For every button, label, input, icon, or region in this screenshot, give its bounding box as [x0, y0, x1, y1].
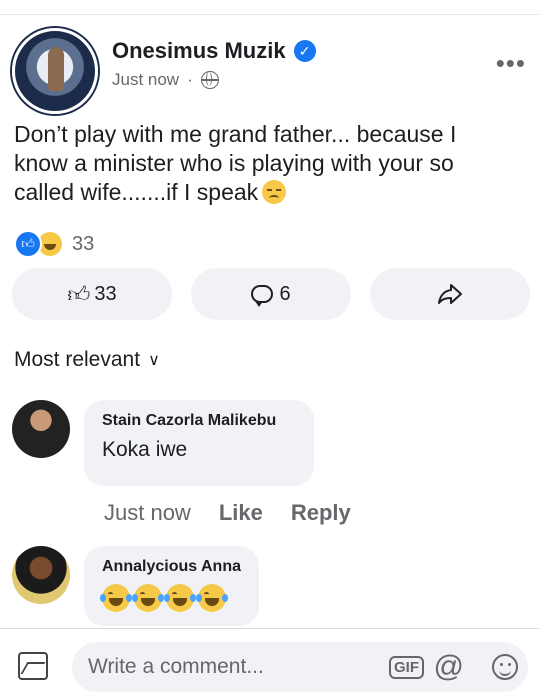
laughing-tears-icon [100, 584, 132, 612]
comment-icon [251, 285, 274, 307]
laughing-tears-icon [132, 584, 164, 612]
more-options-icon[interactable]: ••• [496, 48, 526, 79]
comment-reply-button[interactable]: Reply [291, 500, 351, 526]
commenter-name[interactable]: Annalycious Anna [102, 558, 241, 576]
like-reaction-icon: 👍︎ [14, 230, 42, 258]
comment-placeholder: Write a comment... [88, 655, 264, 678]
post-timestamp[interactable]: Just now [112, 70, 179, 90]
author-name[interactable]: Onesimus Muzik [112, 38, 286, 64]
post-meta: Just now · [112, 70, 316, 90]
top-divider [0, 14, 540, 15]
globe-icon [200, 71, 219, 89]
post-text: Don’t play with me grand father... becau… [14, 120, 514, 207]
comment-count: 6 [279, 282, 291, 305]
thumbs-up-icon: 👍︎ [67, 281, 91, 307]
comment-item: Annalycious Anna [12, 546, 259, 626]
comment-composer: Write a comment... GIF @ [0, 630, 540, 697]
comment-bubble[interactable]: Stain Cazorla Malikebu Koka iwe [84, 400, 314, 486]
author-avatar[interactable] [12, 28, 98, 114]
commenter-avatar[interactable] [12, 546, 70, 604]
meta-separator: · [187, 70, 193, 89]
disappointed-emoji-icon [262, 180, 287, 204]
post-actions: 👍︎ 33 6 [12, 268, 530, 320]
mention-icon[interactable]: @ [434, 650, 464, 684]
comment-like-button[interactable]: Like [219, 500, 263, 526]
comment-bubble[interactable]: Annalycious Anna [84, 546, 259, 626]
gif-icon[interactable]: GIF [389, 656, 424, 679]
laughing-tears-icon [196, 584, 228, 612]
composer-divider [0, 628, 540, 629]
author-row: Onesimus Muzik ✓ [112, 38, 316, 64]
comment-text: Koka iwe [102, 438, 188, 461]
laughing-tears-icon [164, 584, 196, 612]
commenter-avatar[interactable] [12, 400, 70, 458]
like-button[interactable]: 👍︎ 33 [12, 268, 172, 320]
share-button[interactable] [370, 268, 530, 320]
post-header: Onesimus Muzik ✓ Just now · [12, 28, 316, 114]
reaction-summary[interactable]: 👍︎ 33 [14, 230, 94, 258]
post-body: Don’t play with me grand father... becau… [14, 121, 457, 205]
comment-item: Stain Cazorla Malikebu Koka iwe [12, 400, 314, 486]
author-block: Onesimus Muzik ✓ Just now · [112, 38, 316, 90]
commenter-name[interactable]: Stain Cazorla Malikebu [102, 412, 296, 430]
like-count: 33 [94, 282, 117, 305]
comment-meta: Just now Like Reply [104, 500, 379, 526]
sort-label: Most relevant [14, 348, 141, 371]
chevron-down-icon: ∨ [148, 352, 160, 369]
emoji-icon[interactable] [492, 654, 518, 680]
comment-button[interactable]: 6 [191, 268, 351, 320]
share-arrow-icon [438, 284, 462, 304]
comment-emoji-row [100, 584, 241, 612]
comment-time: Just now [104, 500, 191, 525]
image-icon[interactable] [18, 652, 48, 680]
verified-badge-icon: ✓ [293, 40, 316, 62]
sort-dropdown[interactable]: Most relevant ∨ [14, 348, 160, 372]
reaction-count: 33 [72, 232, 95, 255]
